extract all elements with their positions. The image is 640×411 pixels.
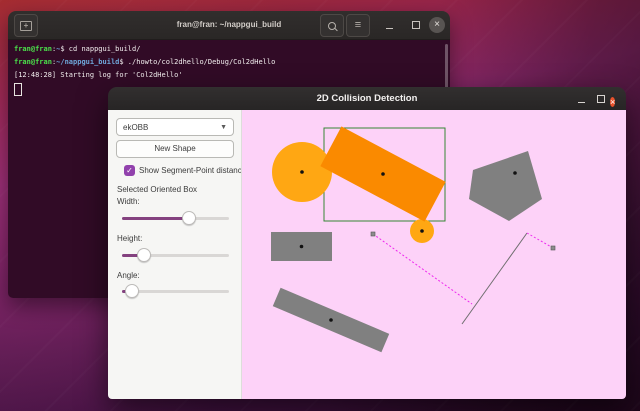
section-title: Selected Oriented Box bbox=[117, 185, 197, 194]
line-segment[interactable] bbox=[462, 233, 527, 324]
terminal-text: fran@fran:~$ cd nappgui_build/fran@fran:… bbox=[14, 43, 450, 82]
slider-thumb[interactable] bbox=[182, 211, 196, 225]
shape-center-dot bbox=[329, 318, 333, 322]
collision-canvas[interactable] bbox=[242, 110, 626, 399]
terminal-minimize-button[interactable] bbox=[380, 11, 398, 39]
shape-type-value: ekOBB bbox=[123, 123, 220, 132]
show-distance-checkbox-row[interactable]: Show Segment-Point distance bbox=[124, 164, 241, 176]
shape-type-dropdown[interactable]: ekOBB bbox=[116, 118, 234, 136]
terminal-cursor bbox=[14, 83, 22, 96]
shape-center-dot bbox=[381, 172, 385, 176]
desktop: { "terminal": { "title": "fran@fran: ~/n… bbox=[0, 0, 640, 411]
shape-center-dot bbox=[513, 171, 517, 175]
shape-center-dot bbox=[300, 170, 304, 174]
width-slider-label: Width: bbox=[117, 197, 140, 206]
shape-center-dot bbox=[300, 245, 304, 249]
app-minimize-button[interactable] bbox=[572, 85, 590, 113]
close-icon: × bbox=[429, 17, 445, 33]
new-shape-button[interactable]: New Shape bbox=[116, 140, 234, 158]
segment-point-distance-1 bbox=[373, 234, 472, 304]
angle-slider[interactable] bbox=[122, 284, 229, 298]
app-titlebar[interactable]: 2D Collision Detection × bbox=[108, 87, 626, 110]
hamburger-icon bbox=[355, 20, 361, 31]
show-distance-checkbox[interactable] bbox=[124, 165, 135, 176]
search-icon bbox=[328, 22, 336, 30]
checkbox-label: Show Segment-Point distance bbox=[139, 166, 241, 175]
app-close-button[interactable]: × bbox=[610, 92, 615, 110]
app-maximize-button[interactable] bbox=[592, 85, 610, 113]
search-button[interactable] bbox=[320, 14, 344, 37]
point-1[interactable] bbox=[371, 232, 375, 236]
terminal-titlebar[interactable]: fran@fran: ~/nappgui_build × bbox=[8, 11, 450, 40]
height-slider-label: Height: bbox=[117, 234, 142, 243]
width-slider[interactable] bbox=[122, 211, 229, 225]
point-2[interactable] bbox=[551, 246, 555, 250]
slider-fill bbox=[122, 217, 189, 220]
gray-pentagon[interactable] bbox=[469, 151, 542, 221]
terminal-maximize-button[interactable] bbox=[407, 11, 425, 39]
segment-point-distance-2 bbox=[527, 233, 553, 248]
close-icon: × bbox=[610, 97, 615, 107]
collision-app-window: 2D Collision Detection × ekOBB New Shape… bbox=[108, 87, 626, 399]
slider-thumb[interactable] bbox=[137, 248, 151, 262]
app-title: 2D Collision Detection bbox=[108, 87, 626, 110]
slider-thumb[interactable] bbox=[125, 284, 139, 298]
height-slider[interactable] bbox=[122, 248, 229, 262]
terminal-close-button[interactable]: × bbox=[428, 11, 446, 39]
chevron-down-icon bbox=[220, 124, 227, 131]
menu-button[interactable] bbox=[346, 14, 370, 37]
angle-slider-label: Angle: bbox=[117, 271, 140, 280]
shape-center-dot bbox=[420, 229, 424, 233]
controls-sidebar: ekOBB New Shape Show Segment-Point dista… bbox=[108, 110, 242, 399]
